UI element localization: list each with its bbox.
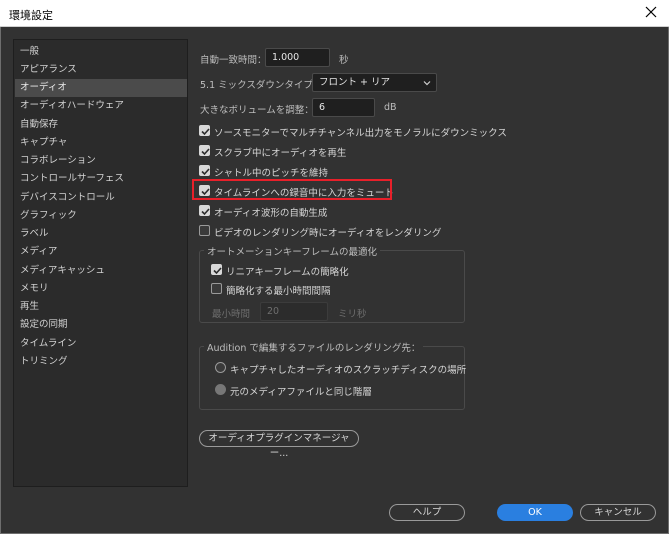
- sidebar-item-media-cache[interactable]: メディアキャッシュ: [15, 262, 187, 280]
- same-folder-label: 元のメディアファイルと同じ階層: [230, 387, 372, 398]
- sidebar-item-control-surface[interactable]: コントロールサーフェス: [15, 170, 187, 188]
- render-audio-label: ビデオのレンダリング時にオーディオをレンダリング: [214, 228, 442, 239]
- window-title: 環境設定: [9, 9, 53, 22]
- audition-group: [199, 346, 465, 410]
- highlight-box: [192, 179, 392, 200]
- sidebar-item-sync-settings[interactable]: 設定の同期: [15, 316, 187, 334]
- close-icon[interactable]: [643, 4, 659, 20]
- linear-keyframe-label: リニアキーフレームの簡略化: [226, 267, 349, 278]
- help-button[interactable]: ヘルプ: [389, 504, 465, 521]
- min-time-label: 最小時間: [212, 309, 251, 320]
- downmix-value: フロント + リア: [319, 77, 390, 88]
- sidebar-item-device-control[interactable]: デバイスコントロール: [15, 189, 187, 207]
- sidebar-item-media[interactable]: メディア: [15, 243, 187, 261]
- render-audio-checkbox[interactable]: [199, 225, 210, 236]
- scratch-disk-label: キャプチャしたオーディオのスクラッチディスクの場所: [230, 365, 467, 376]
- scrub-audio-checkbox[interactable]: [199, 145, 210, 156]
- auto-match-label: 自動一致時間：: [200, 55, 267, 66]
- min-time-unit: ミリ秒: [338, 309, 367, 320]
- sidebar-item-auto-save[interactable]: 自動保存: [15, 116, 187, 134]
- sidebar-item-trimming[interactable]: トリミング: [15, 353, 187, 371]
- downmix-select[interactable]: フロント + リア: [312, 73, 437, 92]
- sidebar-item-graphics[interactable]: グラフィック: [15, 207, 187, 225]
- sidebar-item-appearance[interactable]: アピアランス: [15, 61, 187, 79]
- same-folder-radio[interactable]: [215, 384, 226, 395]
- auto-waveform-checkbox[interactable]: [199, 205, 210, 216]
- linear-keyframe-checkbox[interactable]: [211, 264, 222, 275]
- scrub-audio-label: スクラブ中にオーディオを再生: [214, 148, 347, 159]
- downmix-mono-label: ソースモニターでマルチチャンネル出力をモノラルにダウンミックス: [214, 128, 507, 139]
- volume-unit: dB: [384, 102, 397, 113]
- sidebar-item-playback[interactable]: 再生: [15, 298, 187, 316]
- sidebar-item-general[interactable]: 一般: [15, 43, 187, 61]
- volume-label: 大きなボリュームを調整：: [200, 105, 314, 116]
- auto-match-unit: 秒: [339, 55, 349, 66]
- category-list[interactable]: 一般 アピアランス オーディオ オーディオハードウェア 自動保存 キャプチャ コ…: [13, 39, 188, 487]
- ok-button[interactable]: OK: [497, 504, 573, 521]
- sidebar-item-timeline[interactable]: タイムライン: [15, 335, 187, 353]
- scratch-disk-radio[interactable]: [215, 362, 226, 373]
- plugin-manager-button[interactable]: オーディオプラグインマネージャー...: [199, 430, 359, 459]
- min-time-input[interactable]: 20: [260, 302, 328, 321]
- check-icon: [201, 128, 210, 136]
- shuttle-pitch-checkbox[interactable]: [199, 165, 210, 176]
- sidebar-item-audio[interactable]: オーディオ: [15, 79, 187, 97]
- shuttle-pitch-label: シャトル中のピッチを維持: [214, 168, 329, 179]
- check-icon: [213, 267, 222, 275]
- check-icon: [201, 168, 210, 176]
- check-icon: [201, 148, 210, 156]
- audition-group-title: Audition で編集するファイルのレンダリング先：: [204, 340, 424, 354]
- volume-input[interactable]: 6: [312, 98, 375, 117]
- cancel-button[interactable]: キャンセル: [580, 504, 656, 521]
- min-interval-label: 簡略化する最小時間間隔: [226, 286, 331, 297]
- check-icon: [201, 208, 210, 216]
- downmix-label: 5.1 ミックスダウンタイプ：: [200, 80, 323, 91]
- sidebar-item-audio-hardware[interactable]: オーディオハードウェア: [15, 97, 187, 115]
- sidebar-item-memory[interactable]: メモリ: [15, 280, 187, 298]
- chevron-down-icon: [423, 81, 431, 86]
- title-bar: 環境設定: [0, 0, 669, 27]
- min-interval-checkbox[interactable]: [211, 283, 222, 294]
- sidebar-item-collaboration[interactable]: コラボレーション: [15, 152, 187, 170]
- sidebar-item-labels[interactable]: ラベル: [15, 225, 187, 243]
- sidebar-item-capture[interactable]: キャプチャ: [15, 134, 187, 152]
- automation-group-title: オートメーションキーフレームの最適化: [204, 244, 380, 258]
- auto-match-input[interactable]: 1.000: [265, 48, 330, 67]
- auto-waveform-label: オーディオ波形の自動生成: [214, 208, 328, 219]
- downmix-mono-checkbox[interactable]: [199, 125, 210, 136]
